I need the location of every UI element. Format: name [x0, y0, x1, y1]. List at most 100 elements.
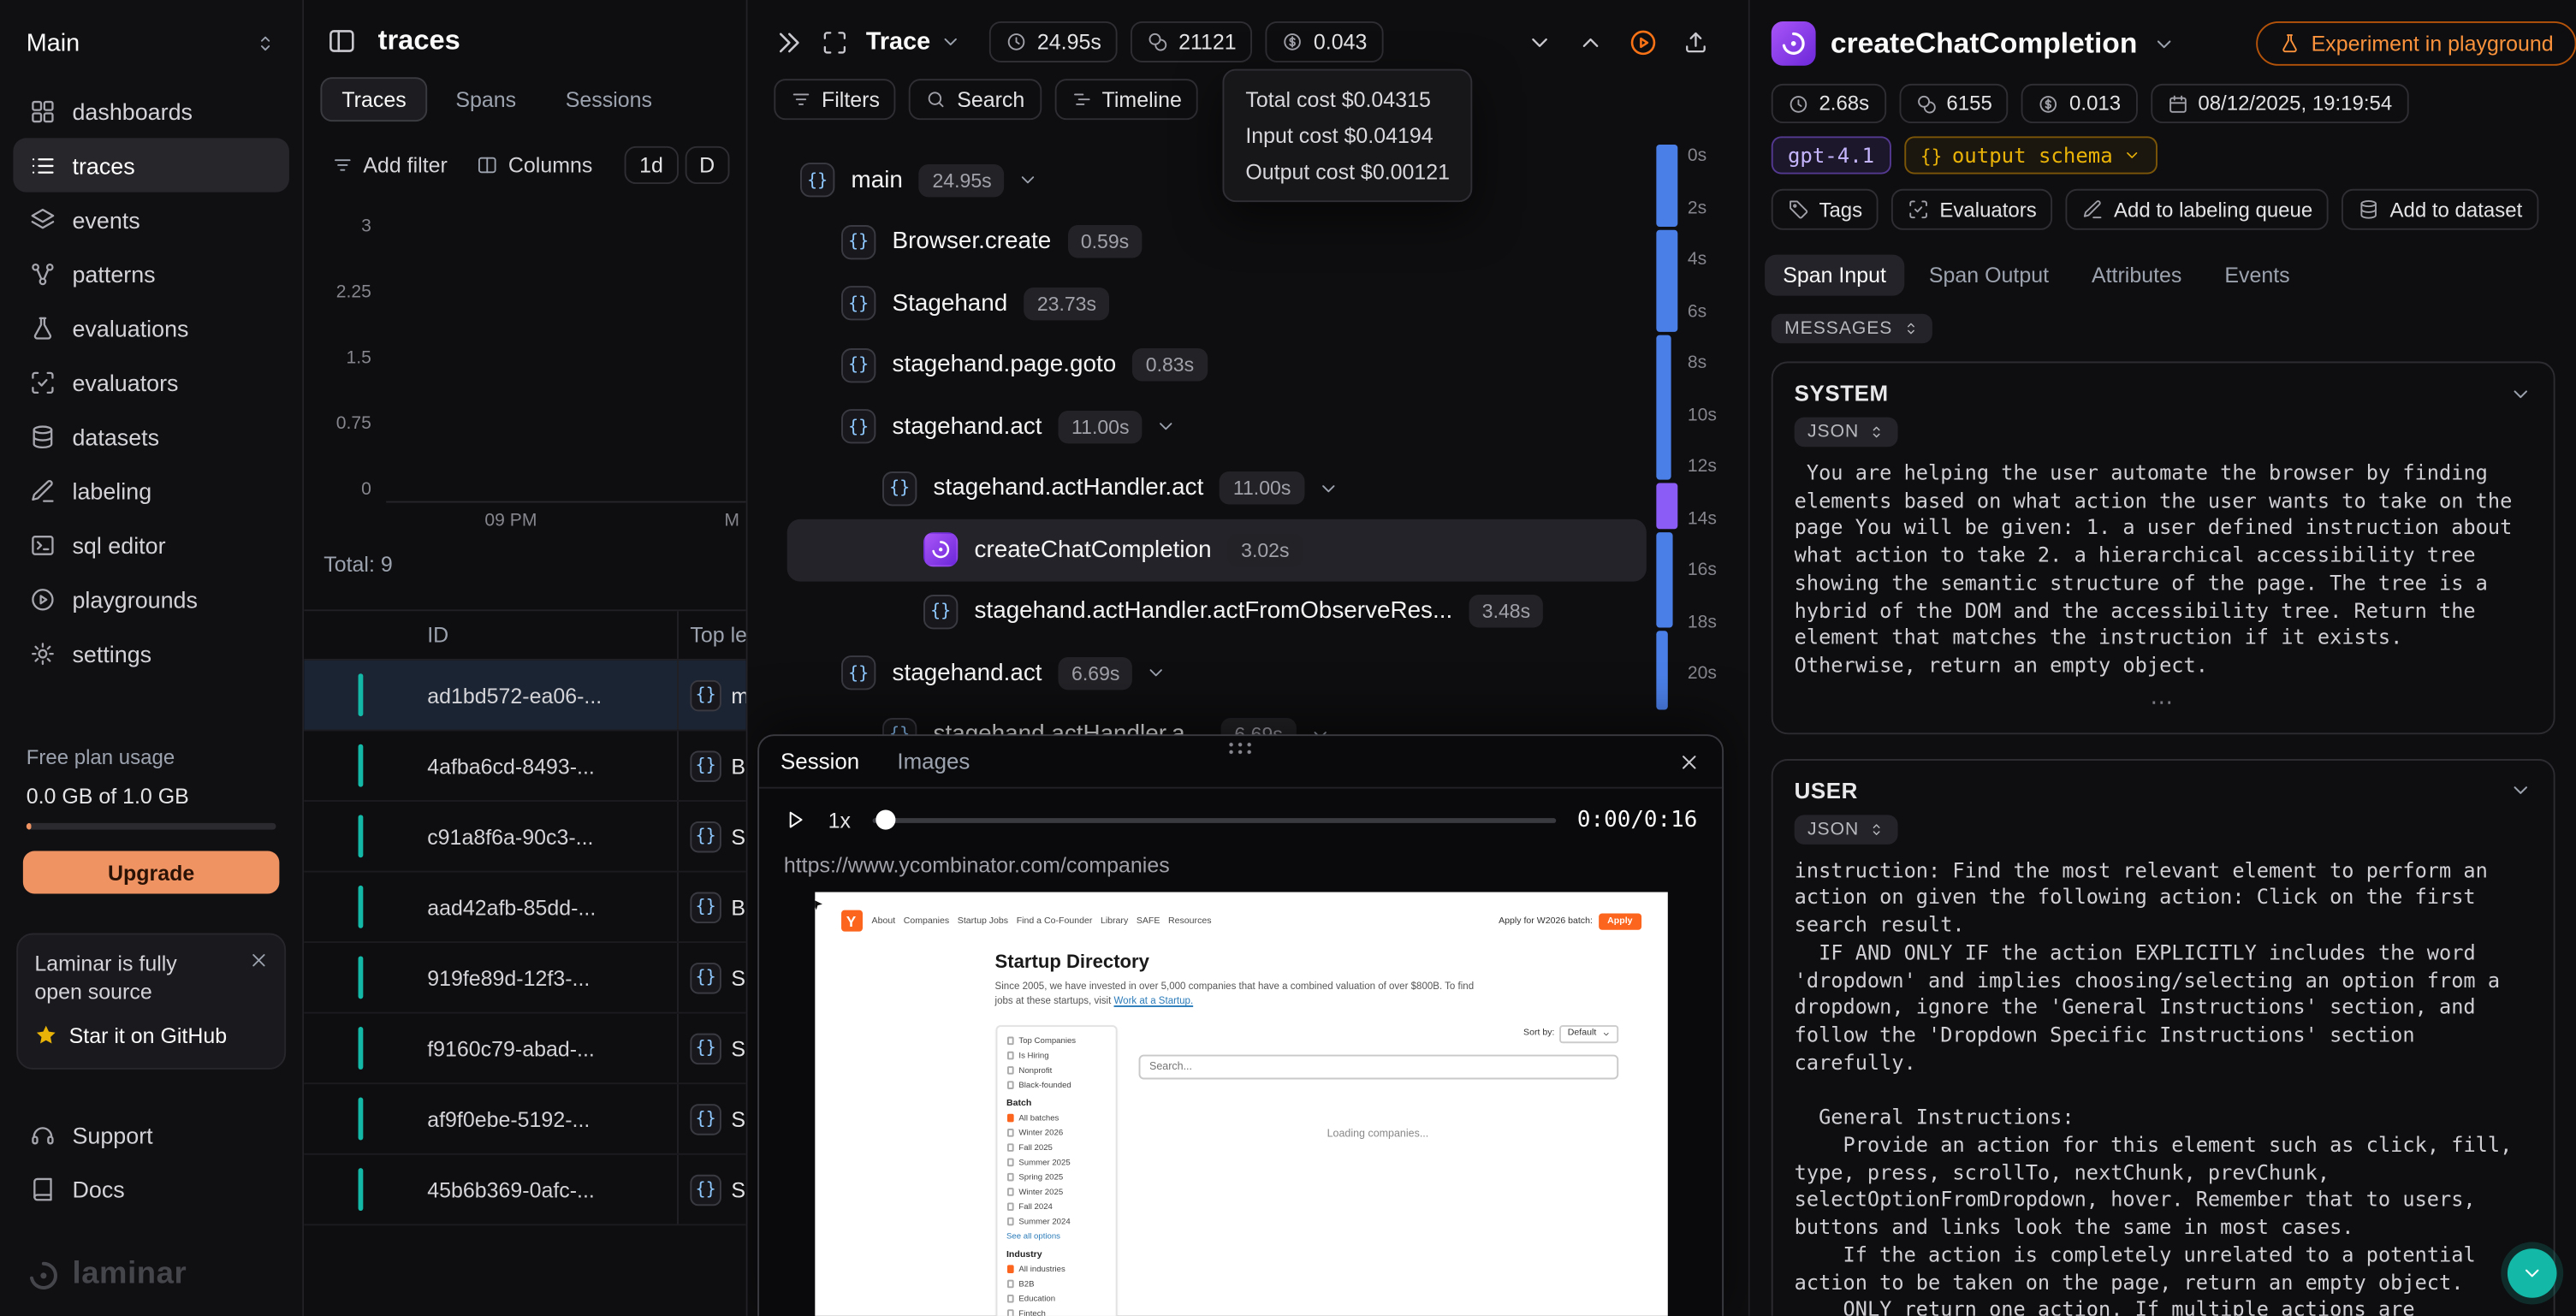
- yc-nav-link-find-a-co-founder[interactable]: Find a Co-Founder: [1017, 916, 1093, 926]
- yc-industry-option-all-industries[interactable]: All industries: [1006, 1265, 1105, 1275]
- trace-minimap[interactable]: 0s2s4s6s8s10s12s14s16s18s20s: [1656, 145, 1738, 716]
- sidebar-item-sql-editor[interactable]: sql editor: [13, 518, 289, 572]
- toolbar-button-filters[interactable]: Filters: [774, 79, 896, 120]
- action-button-add-to-dataset[interactable]: Add to dataset: [2342, 189, 2539, 230]
- collapse-panel-icon[interactable]: [774, 27, 804, 57]
- play-session-icon[interactable]: [1629, 27, 1659, 57]
- sidebar-item-events[interactable]: events: [13, 193, 289, 246]
- sidebar-item-evaluators[interactable]: evaluators: [13, 355, 289, 409]
- yc-filter-option-top-companies[interactable]: Top Companies: [1006, 1036, 1105, 1046]
- date-range-button[interactable]: D: [685, 146, 730, 184]
- span-row-stagehand-acthandler-actfromobserveres[interactable]: {} stagehand.actHandler.actFromObserveRe…: [787, 581, 1647, 643]
- messages-select[interactable]: MESSAGES: [1772, 314, 1932, 344]
- panel-toggle-icon[interactable]: [327, 27, 357, 56]
- chevron-down-icon[interactable]: [2509, 780, 2532, 803]
- scroll-to-bottom-button[interactable]: [2508, 1248, 2557, 1298]
- work-at-startup-link[interactable]: Work at a Startup.: [1114, 998, 1194, 1008]
- chevron-down-icon[interactable]: [1527, 29, 1553, 56]
- expand-icon[interactable]: [1317, 477, 1338, 499]
- close-icon[interactable]: [1677, 750, 1701, 773]
- checkbox[interactable]: [1006, 1037, 1014, 1045]
- trace-dropdown[interactable]: Trace: [866, 28, 962, 56]
- time-range-button[interactable]: 1d: [625, 146, 678, 184]
- yc-batch-option-winter-2025[interactable]: Winter 2025: [1006, 1187, 1105, 1197]
- yc-batch-option-summer-2024[interactable]: Summer 2024: [1006, 1217, 1105, 1227]
- sidebar-item-evaluations[interactable]: evaluations: [13, 300, 289, 354]
- sidebar-item-support[interactable]: Support: [13, 1109, 289, 1163]
- share-icon[interactable]: [1683, 29, 1709, 56]
- add-filter-button[interactable]: Add filter: [320, 146, 459, 184]
- checkbox[interactable]: [1006, 1189, 1014, 1196]
- yc-industry-option-education[interactable]: Education: [1006, 1294, 1105, 1304]
- yc-batch-option-spring-2025[interactable]: Spring 2025: [1006, 1172, 1105, 1183]
- seek-slider[interactable]: [872, 817, 1556, 822]
- chevron-up-icon[interactable]: [1577, 29, 1604, 56]
- sidebar-item-traces[interactable]: traces: [13, 138, 289, 192]
- span-row-stagehand-act[interactable]: {} stagehand.act 11.00s: [787, 396, 1647, 458]
- span-row-main[interactable]: {} main 24.95s: [787, 150, 1647, 211]
- yc-filter-option-is-hiring[interactable]: Is Hiring: [1006, 1051, 1105, 1061]
- expand-icon[interactable]: [1018, 169, 1039, 191]
- sidebar-item-dashboards[interactable]: dashboards: [13, 84, 289, 138]
- fullscreen-icon[interactable]: [822, 29, 848, 56]
- slider-knob[interactable]: [875, 810, 895, 830]
- yc-nav-link-safe[interactable]: SAFE: [1137, 916, 1160, 926]
- model-badge[interactable]: gpt-4.1: [1772, 136, 1891, 174]
- sidebar-item-playgrounds[interactable]: playgrounds: [13, 572, 289, 625]
- format-select[interactable]: JSON: [1795, 418, 1899, 448]
- yc-batch-option-summer-2025[interactable]: Summer 2025: [1006, 1158, 1105, 1168]
- action-button-evaluators[interactable]: Evaluators: [1892, 189, 2053, 230]
- checkbox[interactable]: [1006, 1295, 1014, 1303]
- checkbox[interactable]: [1006, 1174, 1014, 1182]
- span-row-stagehand[interactable]: {} Stagehand 23.73s: [787, 273, 1647, 335]
- checkbox[interactable]: [1006, 1159, 1014, 1166]
- workspace-switcher[interactable]: Main: [13, 20, 289, 84]
- trace-row[interactable]: 45b6b369-0afc-... {} S: [304, 1155, 745, 1226]
- yc-filter-option-nonprofit[interactable]: Nonprofit: [1006, 1065, 1105, 1076]
- yc-search-input[interactable]: [1138, 1054, 1618, 1079]
- span-row-stagehand-page-goto[interactable]: {} stagehand.page.goto 0.83s: [787, 335, 1647, 396]
- checkbox[interactable]: [1006, 1144, 1014, 1152]
- yc-nav-link-resources[interactable]: Resources: [1168, 916, 1211, 926]
- see-all-options-link[interactable]: See all options: [1006, 1231, 1105, 1242]
- trace-row[interactable]: c91a8f6a-90c3-... {} S: [304, 802, 745, 873]
- truncation-ellipsis[interactable]: ⋯: [1795, 679, 2532, 715]
- tab-images[interactable]: Images: [897, 750, 970, 774]
- yc-industry-option-fintech[interactable]: Fintech: [1006, 1308, 1105, 1315]
- checkbox[interactable]: [1006, 1067, 1014, 1075]
- yc-filter-option-black-founded[interactable]: Black-founded: [1006, 1081, 1105, 1091]
- chevron-down-icon[interactable]: [2152, 32, 2175, 55]
- action-button-add-to-labeling-queue[interactable]: Add to labeling queue: [2066, 189, 2329, 230]
- trace-row[interactable]: af9f0ebe-5192-... {} S: [304, 1084, 745, 1155]
- yc-logo[interactable]: Y: [840, 910, 862, 932]
- yc-nav-link-library[interactable]: Library: [1101, 916, 1128, 926]
- tab-session[interactable]: Session: [781, 750, 859, 774]
- sidebar-item-patterns[interactable]: patterns: [13, 246, 289, 300]
- yc-batch-option-fall-2024[interactable]: Fall 2024: [1006, 1202, 1105, 1212]
- sidebar-item-settings[interactable]: settings: [13, 626, 289, 680]
- yc-nav-link-about[interactable]: About: [872, 916, 896, 926]
- checkbox[interactable]: [1006, 1082, 1014, 1089]
- playback-speed[interactable]: 1x: [828, 808, 851, 833]
- toolbar-button-search[interactable]: Search: [910, 79, 1042, 120]
- tab-attributes[interactable]: Attributes: [2074, 255, 2200, 296]
- checkbox[interactable]: [1006, 1266, 1014, 1273]
- tab-sessions[interactable]: Sessions: [544, 77, 674, 122]
- action-button-tags[interactable]: Tags: [1772, 189, 1879, 230]
- expand-icon[interactable]: [1146, 662, 1167, 684]
- format-select[interactable]: JSON: [1795, 815, 1899, 845]
- drag-handle-icon[interactable]: [1226, 741, 1255, 754]
- checkbox[interactable]: [1006, 1218, 1014, 1225]
- yc-batch-option-winter-2026[interactable]: Winter 2026: [1006, 1128, 1105, 1138]
- span-row-stagehand-act[interactable]: {} stagehand.act 6.69s: [787, 643, 1647, 704]
- yc-batch-option-fall-2025[interactable]: Fall 2025: [1006, 1143, 1105, 1153]
- checkbox[interactable]: [1006, 1203, 1014, 1211]
- trace-row[interactable]: 919fe89d-12f3-... {} S: [304, 943, 745, 1014]
- github-star-link[interactable]: Star it on GitHub: [34, 1023, 268, 1048]
- trace-row[interactable]: aad42afb-85dd-... {} B: [304, 873, 745, 944]
- tab-spans[interactable]: Spans: [434, 77, 537, 122]
- section-header[interactable]: USER: [1773, 760, 2554, 814]
- span-row-stagehand-acthandler-act[interactable]: {} stagehand.actHandler.act 11.00s: [787, 458, 1647, 519]
- yc-nav-link-companies[interactable]: Companies: [904, 916, 949, 926]
- column-header-id[interactable]: ID: [304, 623, 677, 648]
